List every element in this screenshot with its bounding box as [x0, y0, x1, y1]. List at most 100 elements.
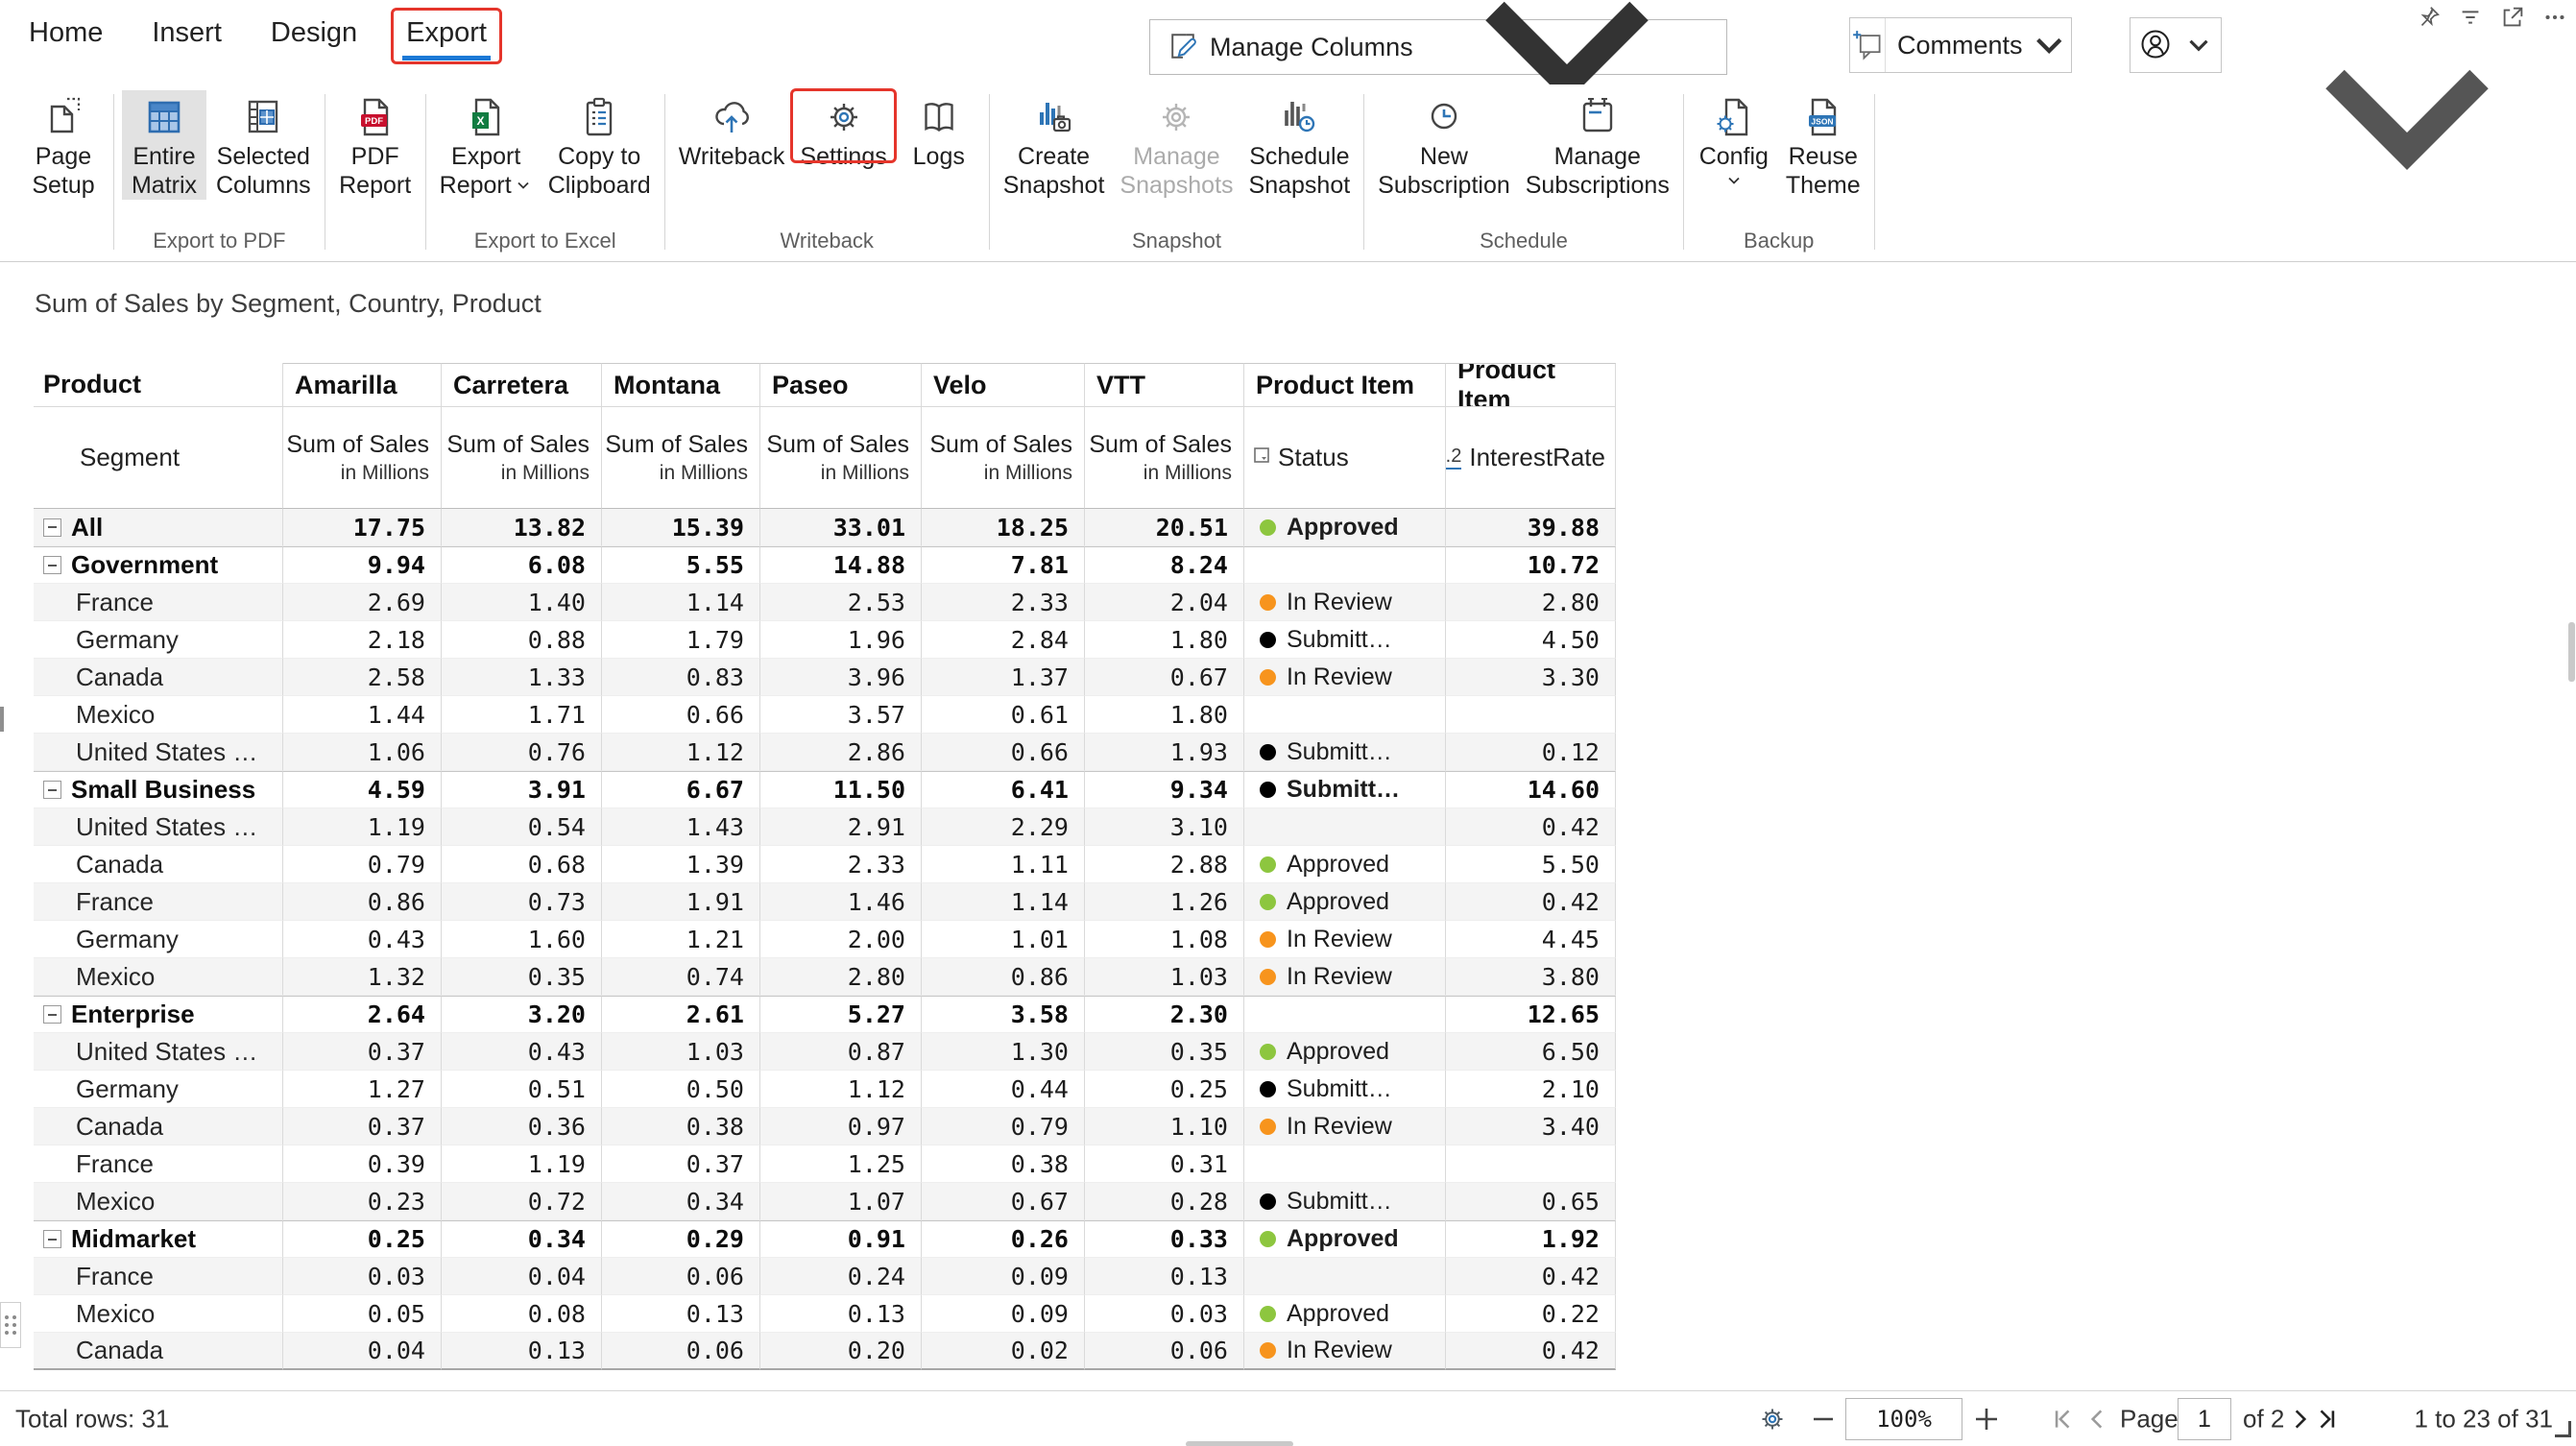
- export-report-button[interactable]: XExportReport: [434, 90, 539, 200]
- value-cell[interactable]: 0.09: [922, 1258, 1085, 1295]
- column-header-product-0[interactable]: Product: [34, 363, 283, 407]
- value-cell[interactable]: 0.08: [442, 1295, 602, 1333]
- value-cell[interactable]: 1.33: [442, 659, 602, 696]
- value-cell[interactable]: 1.96: [760, 621, 922, 659]
- column-header-amarilla-1[interactable]: Amarilla: [283, 363, 442, 407]
- row-label-enterprise[interactable]: Enterprise: [34, 996, 283, 1033]
- value-cell[interactable]: 1.71: [442, 696, 602, 734]
- interest-rate-cell[interactable]: 1.92: [1446, 1220, 1616, 1258]
- value-cell[interactable]: 0.43: [442, 1033, 602, 1071]
- value-cell[interactable]: 0.05: [283, 1295, 442, 1333]
- value-cell[interactable]: 6.41: [922, 771, 1085, 808]
- entire-matrix-button[interactable]: EntireMatrix: [122, 90, 206, 200]
- value-cell[interactable]: 0.91: [760, 1220, 922, 1258]
- interest-rate-cell[interactable]: 2.10: [1446, 1071, 1616, 1108]
- value-cell[interactable]: 0.26: [922, 1220, 1085, 1258]
- collapse-icon[interactable]: [43, 518, 61, 537]
- collapse-icon[interactable]: [43, 1230, 61, 1248]
- row-label-germany[interactable]: Germany: [34, 921, 283, 958]
- row-label-canada[interactable]: Canada: [34, 1333, 283, 1370]
- value-cell[interactable]: 0.29: [602, 1220, 760, 1258]
- row-label-mexico[interactable]: Mexico: [34, 1183, 283, 1220]
- page-setup-button[interactable]: PageSetup: [21, 90, 106, 200]
- resize-corner-handle[interactable]: [2555, 1421, 2571, 1437]
- interest-rate-cell[interactable]: 0.12: [1446, 734, 1616, 771]
- status-cell[interactable]: In Review: [1244, 1333, 1446, 1370]
- row-label-germany[interactable]: Germany: [34, 1071, 283, 1108]
- interest-rate-cell[interactable]: 0.65: [1446, 1183, 1616, 1220]
- pdf-report-button[interactable]: PDFPDFReport: [333, 90, 418, 200]
- last-page-button[interactable]: [2314, 1406, 2341, 1433]
- value-cell[interactable]: 0.13: [602, 1295, 760, 1333]
- status-cell[interactable]: Submitt…: [1244, 1183, 1446, 1220]
- value-cell[interactable]: 2.33: [922, 584, 1085, 621]
- row-label-france[interactable]: France: [34, 584, 283, 621]
- value-cell[interactable]: 5.27: [760, 996, 922, 1033]
- value-cell[interactable]: 2.69: [283, 584, 442, 621]
- value-cell[interactable]: 0.03: [1085, 1295, 1244, 1333]
- value-cell[interactable]: 1.39: [602, 846, 760, 883]
- status-cell[interactable]: In Review: [1244, 1108, 1446, 1145]
- value-cell[interactable]: 1.32: [283, 958, 442, 996]
- value-cell[interactable]: 0.35: [442, 958, 602, 996]
- value-cell[interactable]: 5.55: [602, 546, 760, 584]
- value-cell[interactable]: 1.93: [1085, 734, 1244, 771]
- interest-rate-cell[interactable]: 4.50: [1446, 621, 1616, 659]
- value-cell[interactable]: 0.87: [760, 1033, 922, 1071]
- value-cell[interactable]: 0.44: [922, 1071, 1085, 1108]
- value-cell[interactable]: 2.00: [760, 921, 922, 958]
- value-cell[interactable]: 2.84: [922, 621, 1085, 659]
- copy-to-clipboard-button[interactable]: Copy toClipboard: [542, 90, 657, 200]
- value-cell[interactable]: 0.67: [922, 1183, 1085, 1220]
- status-cell[interactable]: In Review: [1244, 584, 1446, 621]
- value-cell[interactable]: 0.38: [602, 1108, 760, 1145]
- row-label-france[interactable]: France: [34, 883, 283, 921]
- value-cell[interactable]: 2.64: [283, 996, 442, 1033]
- measure-subheader[interactable]: Sum of Salesin Millions: [1085, 407, 1244, 509]
- row-label-united-states[interactable]: United States …: [34, 734, 283, 771]
- interest-rate-cell[interactable]: 0.42: [1446, 808, 1616, 846]
- measure-subheader[interactable]: Sum of Salesin Millions: [922, 407, 1085, 509]
- value-cell[interactable]: 0.02: [922, 1333, 1085, 1370]
- status-cell[interactable]: Submitt…: [1244, 734, 1446, 771]
- interest-rate-subheader[interactable]: 1.2InterestRate: [1446, 407, 1616, 509]
- value-cell[interactable]: 2.88: [1085, 846, 1244, 883]
- value-cell[interactable]: 2.29: [922, 808, 1085, 846]
- config-button[interactable]: Config: [1692, 90, 1776, 190]
- value-cell[interactable]: 1.06: [283, 734, 442, 771]
- value-cell[interactable]: 1.03: [602, 1033, 760, 1071]
- value-cell[interactable]: 0.61: [922, 696, 1085, 734]
- tab-home[interactable]: Home: [27, 15, 105, 57]
- status-cell[interactable]: [1244, 546, 1446, 584]
- interest-rate-cell[interactable]: 10.72: [1446, 546, 1616, 584]
- row-label-canada[interactable]: Canada: [34, 846, 283, 883]
- value-cell[interactable]: 1.11: [922, 846, 1085, 883]
- value-cell[interactable]: 1.07: [760, 1183, 922, 1220]
- interest-rate-cell[interactable]: 3.80: [1446, 958, 1616, 996]
- value-cell[interactable]: 2.61: [602, 996, 760, 1033]
- zoom-out-button[interactable]: [1809, 1405, 1838, 1434]
- horizontal-scrollbar-thumb[interactable]: [1186, 1441, 1293, 1446]
- value-cell[interactable]: 1.37: [922, 659, 1085, 696]
- interest-rate-cell[interactable]: 0.42: [1446, 1258, 1616, 1295]
- measure-subheader[interactable]: Sum of Salesin Millions: [283, 407, 442, 509]
- value-cell[interactable]: 1.43: [602, 808, 760, 846]
- value-cell[interactable]: 6.67: [602, 771, 760, 808]
- value-cell[interactable]: 0.06: [602, 1333, 760, 1370]
- tab-export[interactable]: Export: [404, 15, 489, 57]
- interest-rate-cell[interactable]: 14.60: [1446, 771, 1616, 808]
- value-cell[interactable]: 0.04: [283, 1333, 442, 1370]
- zoom-in-button[interactable]: [1972, 1405, 2001, 1434]
- value-cell[interactable]: 0.25: [283, 1220, 442, 1258]
- value-cell[interactable]: 2.80: [760, 958, 922, 996]
- status-cell[interactable]: Submitt…: [1244, 621, 1446, 659]
- value-cell[interactable]: 6.08: [442, 546, 602, 584]
- manage-columns-button[interactable]: Manage Columns: [1149, 19, 1727, 75]
- value-cell[interactable]: 0.28: [1085, 1183, 1244, 1220]
- comments-button[interactable]: Comments: [1849, 17, 2072, 73]
- value-cell[interactable]: 33.01: [760, 509, 922, 546]
- value-cell[interactable]: 0.37: [283, 1108, 442, 1145]
- row-label-mexico[interactable]: Mexico: [34, 696, 283, 734]
- column-header-carretera-2[interactable]: Carretera: [442, 363, 602, 407]
- value-cell[interactable]: 8.24: [1085, 546, 1244, 584]
